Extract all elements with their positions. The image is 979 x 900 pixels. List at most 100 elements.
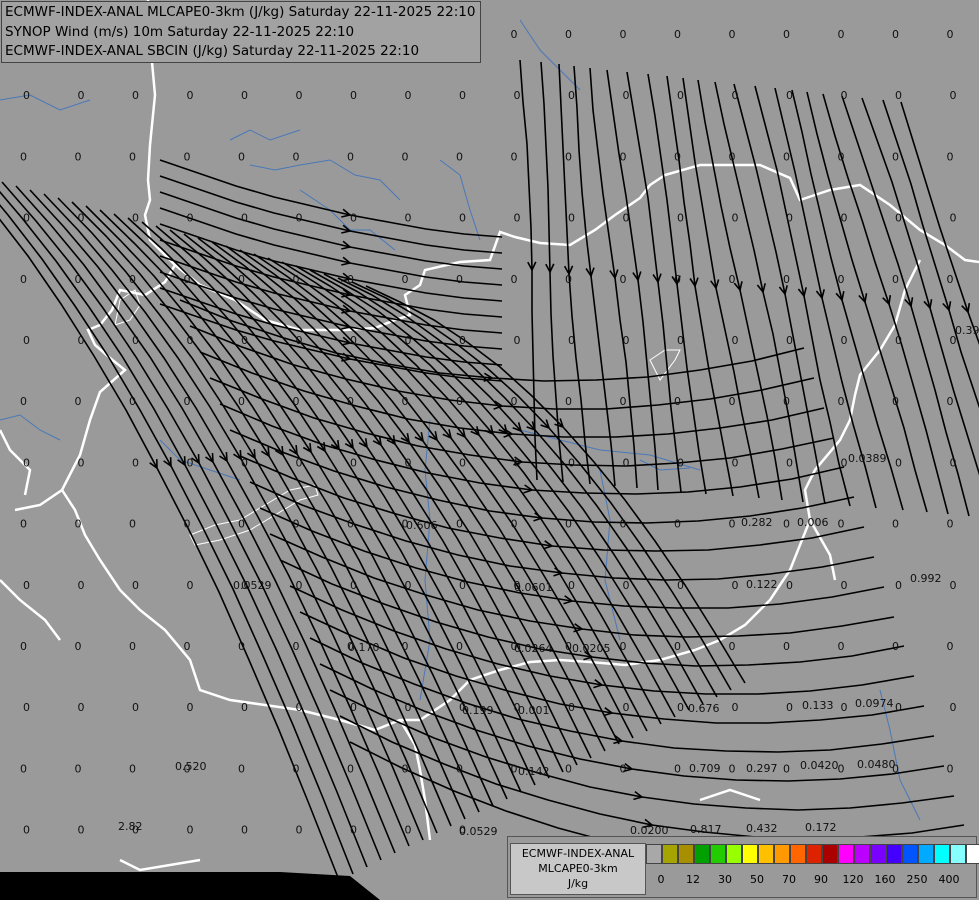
country-border <box>0 579 61 641</box>
cin-zero-label: 0 <box>786 89 793 102</box>
cin-zero-label: 0 <box>78 212 85 225</box>
cin-zero-label: 0 <box>238 518 245 531</box>
cin-zero-label: 0 <box>732 89 739 102</box>
cin-zero-label: 0 <box>950 89 957 102</box>
cin-zero-label: 0 <box>892 395 899 408</box>
cin-zero-label: 0 <box>187 334 194 347</box>
cin-value-label: 0.142 <box>518 765 550 778</box>
legend-ticks: 0 12 30 50 70 90 120 160 250 400 <box>646 873 976 889</box>
cin-zero-label: 0 <box>75 395 82 408</box>
river <box>159 439 241 481</box>
legend-swatch <box>918 844 934 864</box>
cin-value-label: 0.606 <box>406 519 438 532</box>
cin-zero-label: 0 <box>620 640 627 653</box>
cin-zero-label: 0 <box>568 456 575 469</box>
cin-zero-label: 0 <box>677 701 684 714</box>
cin-zero-label: 0 <box>674 640 681 653</box>
legend-swatch <box>742 844 758 864</box>
cin-zero-label: 0 <box>674 28 681 41</box>
streamlines-layer <box>0 59 979 881</box>
cin-zero-label: 0 <box>459 579 466 592</box>
cin-zero-label: 0 <box>620 28 627 41</box>
cin-zero-label: 0 <box>511 150 518 163</box>
color-legend: ECMWF-INDEX-ANAL MLCAPE0-3km J/kg 0 12 3… <box>507 836 979 898</box>
legend-swatch <box>806 844 822 864</box>
cin-zero-label: 0 <box>623 334 630 347</box>
cin-zero-label: 0 <box>783 762 790 775</box>
cin-zero-label: 0 <box>947 395 954 408</box>
cin-zero-label: 0 <box>132 334 139 347</box>
cin-zero-label: 0 <box>620 762 627 775</box>
cin-zero-label: 0 <box>511 762 518 775</box>
cin-zero-label: 0 <box>838 273 845 286</box>
cin-zero-label: 0 <box>511 395 518 408</box>
cin-value-label: 0.172 <box>805 821 837 834</box>
cin-zero-label: 0 <box>296 334 303 347</box>
cin-zero-label: 0 <box>184 273 191 286</box>
cin-zero-label: 0 <box>838 395 845 408</box>
cin-zero-label: 0 <box>241 334 248 347</box>
legend-swatch <box>662 844 678 864</box>
cin-zero-label: 0 <box>732 456 739 469</box>
cin-zero-label: 0 <box>402 640 409 653</box>
legend-tick: 12 <box>686 873 700 886</box>
cin-zero-label: 0 <box>296 89 303 102</box>
cin-zero-label: 0 <box>786 456 793 469</box>
cin-zero-label: 0 <box>947 273 954 286</box>
cin-zero-label: 0 <box>20 395 27 408</box>
cin-zero-label: 0 <box>514 456 521 469</box>
cin-zero-label: 0 <box>892 273 899 286</box>
wind-streamline <box>714 81 804 503</box>
cin-zero-label: 0 <box>187 579 194 592</box>
cin-zero-label: 0 <box>947 28 954 41</box>
cin-zero-label: 0 <box>459 212 466 225</box>
cin-value-label: 0.676 <box>688 702 720 715</box>
cin-zero-label: 0 <box>732 701 739 714</box>
cin-zero-label: 0 <box>729 273 736 286</box>
cin-zero-label: 0 <box>293 395 300 408</box>
cin-zero-label: 0 <box>293 640 300 653</box>
cin-zero-label: 0 <box>187 212 194 225</box>
cin-zero-label: 0 <box>838 762 845 775</box>
cin-zero-label: 0 <box>402 150 409 163</box>
cin-zero-label: 0 <box>293 762 300 775</box>
cin-zero-label: 0 <box>20 762 27 775</box>
cin-zero-label: 0 <box>677 334 684 347</box>
cin-value-label: 0.0264 <box>514 642 553 655</box>
cin-zero-label: 0 <box>405 334 412 347</box>
legend-tick: 30 <box>718 873 732 886</box>
legend-swatch <box>822 844 838 864</box>
cin-value-label: 0.0205 <box>572 642 611 655</box>
cin-zero-label: 0 <box>20 640 27 653</box>
cin-zero-label: 0 <box>75 762 82 775</box>
cin-zero-label: 0 <box>23 89 30 102</box>
cin-zero-label: 0 <box>184 395 191 408</box>
cin-zero-label: 0 <box>838 28 845 41</box>
cin-zero-label: 0 <box>75 518 82 531</box>
cin-zero-label: 0 <box>78 824 85 837</box>
cin-zero-label: 0 <box>405 824 412 837</box>
cin-value-label: 0.520 <box>175 760 207 773</box>
cin-value-label: 0.0480 <box>857 758 896 771</box>
wind-streamline <box>791 89 904 511</box>
cin-zero-label: 0 <box>841 579 848 592</box>
legend-swatch <box>950 844 966 864</box>
cin-zero-label: 0 <box>293 150 300 163</box>
cin-zero-label: 0 <box>674 273 681 286</box>
wind-streamline <box>309 637 935 753</box>
cin-zero-label: 0 <box>132 89 139 102</box>
cin-zero-label: 0 <box>783 273 790 286</box>
cin-zero-label: 0 <box>347 762 354 775</box>
cin-zero-label: 0 <box>841 456 848 469</box>
cin-zero-label: 0 <box>296 579 303 592</box>
cin-zero-label: 0 <box>75 273 82 286</box>
cin-zero-label: 0 <box>623 456 630 469</box>
cin-zero-label: 0 <box>674 518 681 531</box>
cin-value-label: 0.133 <box>802 699 834 712</box>
cin-zero-label: 0 <box>187 701 194 714</box>
cin-value-label: 0.122 <box>746 578 778 591</box>
cin-zero-label: 0 <box>238 762 245 775</box>
cin-zero-label: 0 <box>677 579 684 592</box>
cin-zero-label: 0 <box>892 28 899 41</box>
cin-zero-label: 0 <box>456 273 463 286</box>
